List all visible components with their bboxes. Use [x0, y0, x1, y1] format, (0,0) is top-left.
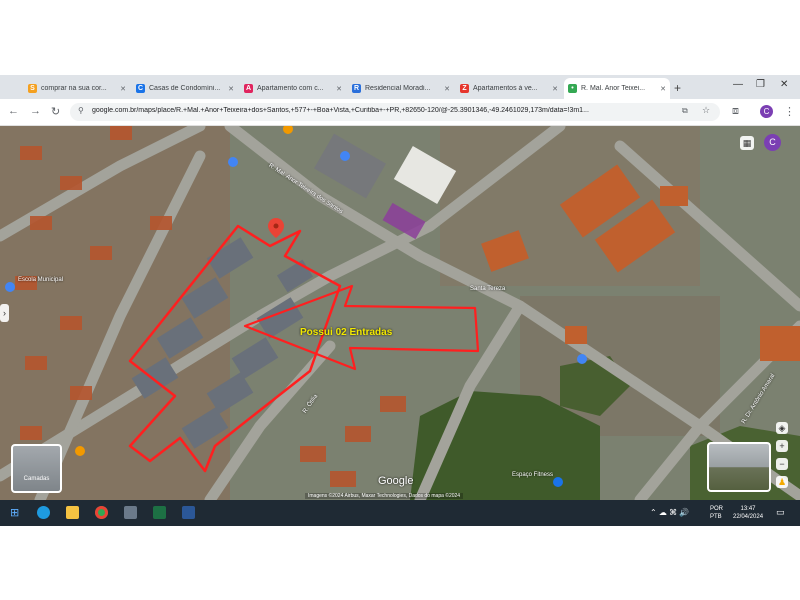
- place-label[interactable]: Espaço Fitness: [512, 472, 553, 478]
- zoom-out-button[interactable]: −: [776, 458, 788, 470]
- start-menu-icon[interactable]: ⊞: [10, 506, 19, 519]
- apps-grid-icon[interactable]: ▦: [740, 136, 754, 150]
- clock[interactable]: 13:47 22/04/2024: [733, 505, 763, 521]
- poi-marker-icon[interactable]: [75, 446, 85, 456]
- zoom-in-button[interactable]: +: [776, 440, 788, 452]
- tab-favicon-icon: C: [136, 84, 145, 93]
- poi-marker-icon[interactable]: [228, 157, 238, 167]
- chrome-icon[interactable]: [95, 506, 108, 519]
- tab-title: Apartamento com c...: [257, 85, 324, 92]
- poi-marker-icon[interactable]: [553, 477, 563, 487]
- word-icon[interactable]: [182, 506, 195, 519]
- close-tab-icon[interactable]: ✕: [228, 85, 234, 93]
- browser-tab[interactable]: Z Apartamentos à ve... ✕: [456, 78, 562, 99]
- place-label[interactable]: Santa Tereza: [470, 286, 505, 292]
- annotation-label: Possui 02 Entradas: [300, 327, 393, 338]
- minimize-icon[interactable]: —: [733, 79, 743, 90]
- map-imagery: [0, 126, 800, 500]
- windows-taskbar: ⊞ ⌃ ☁ ⌘ 🔊 POR PTB 13:47 22/04/2024 ▭: [0, 500, 800, 526]
- tab-favicon-icon: Z: [460, 84, 469, 93]
- tab-title: Apartamentos à ve...: [473, 85, 538, 92]
- excel-icon[interactable]: [153, 506, 166, 519]
- screenshot-frame: S comprar na sua cor... ✕ C Casas de Con…: [0, 75, 800, 526]
- edge-browser-icon[interactable]: [37, 506, 50, 519]
- tab-favicon-icon: •: [568, 84, 577, 93]
- extensions-icon[interactable]: ⧈: [732, 105, 739, 118]
- browser-tab[interactable]: C Casas de Condomíni... ✕: [132, 78, 238, 99]
- back-icon[interactable]: ←: [8, 105, 19, 117]
- poi-marker-icon[interactable]: [577, 354, 587, 364]
- poi-marker-icon[interactable]: [5, 282, 15, 292]
- open-in-app-icon[interactable]: ⧉: [682, 106, 688, 116]
- bookmark-star-icon[interactable]: ☆: [702, 105, 710, 116]
- layers-label: Camadas: [23, 476, 50, 482]
- layers-button[interactable]: [11, 444, 62, 493]
- pegman-icon[interactable]: ♟: [776, 476, 788, 488]
- file-explorer-icon[interactable]: [66, 506, 79, 519]
- close-tab-icon[interactable]: ✕: [336, 85, 342, 93]
- browser-tab[interactable]: R Residencial Moradi... ✕: [348, 78, 454, 99]
- maximize-icon[interactable]: ❐: [756, 79, 765, 90]
- url-text: google.com.br/maps/place/R.+Mal.+Anor+Te…: [92, 107, 589, 114]
- close-tab-icon[interactable]: ✕: [444, 85, 450, 93]
- tab-title: R. Mal. Anor Teixei...: [581, 85, 646, 92]
- browser-tab-active[interactable]: • R. Mal. Anor Teixei... ✕: [564, 78, 670, 99]
- browser-tab[interactable]: A Apartamento com c... ✕: [240, 78, 346, 99]
- clock-date: 22/04/2024: [733, 514, 764, 520]
- new-tab-icon[interactable]: +: [674, 81, 681, 95]
- place-label[interactable]: Escola Municipal: [18, 277, 63, 283]
- close-tab-icon[interactable]: ✕: [120, 85, 126, 93]
- menu-icon[interactable]: ⋮: [784, 105, 795, 118]
- site-info-icon[interactable]: ⚲: [78, 106, 84, 115]
- browser-tab[interactable]: S comprar na sua cor... ✕: [24, 78, 130, 99]
- tab-title: comprar na sua cor...: [41, 85, 107, 92]
- close-tab-icon[interactable]: ✕: [552, 85, 558, 93]
- browser-toolbar: ← → ↻ ⚲ google.com.br/maps/place/R.+Mal.…: [0, 99, 800, 126]
- satellite-map[interactable]: Possui 02 Entradas R. Mal. Anor Teixeira…: [0, 126, 800, 500]
- tab-favicon-icon: A: [244, 84, 253, 93]
- forward-icon[interactable]: →: [30, 105, 41, 117]
- tab-title: Casas de Condomíni...: [149, 85, 221, 92]
- collapse-panel-button[interactable]: ›: [0, 304, 9, 322]
- tab-favicon-icon: S: [28, 84, 37, 93]
- compass-icon[interactable]: ◈: [776, 422, 788, 434]
- notifications-icon[interactable]: ▭: [776, 507, 785, 518]
- profile-avatar[interactable]: C: [760, 105, 773, 118]
- address-bar[interactable]: ⚲ google.com.br/maps/place/R.+Mal.+Anor+…: [70, 103, 720, 121]
- tab-favicon-icon: R: [352, 84, 361, 93]
- close-window-icon[interactable]: ✕: [780, 79, 788, 90]
- language-indicator[interactable]: POR PTB: [710, 505, 723, 521]
- lang-line-1: POR: [710, 506, 724, 512]
- lang-line-2: PTB: [710, 514, 722, 520]
- close-tab-icon[interactable]: ✕: [660, 85, 666, 93]
- account-avatar[interactable]: C: [764, 134, 781, 151]
- app-icon[interactable]: [124, 506, 137, 519]
- browser-tab-strip: S comprar na sua cor... ✕ C Casas de Con…: [0, 75, 800, 99]
- clock-time: 13:47: [740, 506, 756, 512]
- reload-icon[interactable]: ↻: [51, 105, 60, 118]
- google-logo: Google: [378, 475, 414, 487]
- map-attribution: Imagens ©2024 Airbus, Maxar Technologies…: [305, 493, 464, 499]
- tab-title: Residencial Moradi...: [365, 85, 431, 92]
- street-view-thumbnail[interactable]: [707, 442, 771, 492]
- poi-marker-icon[interactable]: [340, 151, 350, 161]
- system-tray-icons[interactable]: ⌃ ☁ ⌘ 🔊: [650, 508, 689, 517]
